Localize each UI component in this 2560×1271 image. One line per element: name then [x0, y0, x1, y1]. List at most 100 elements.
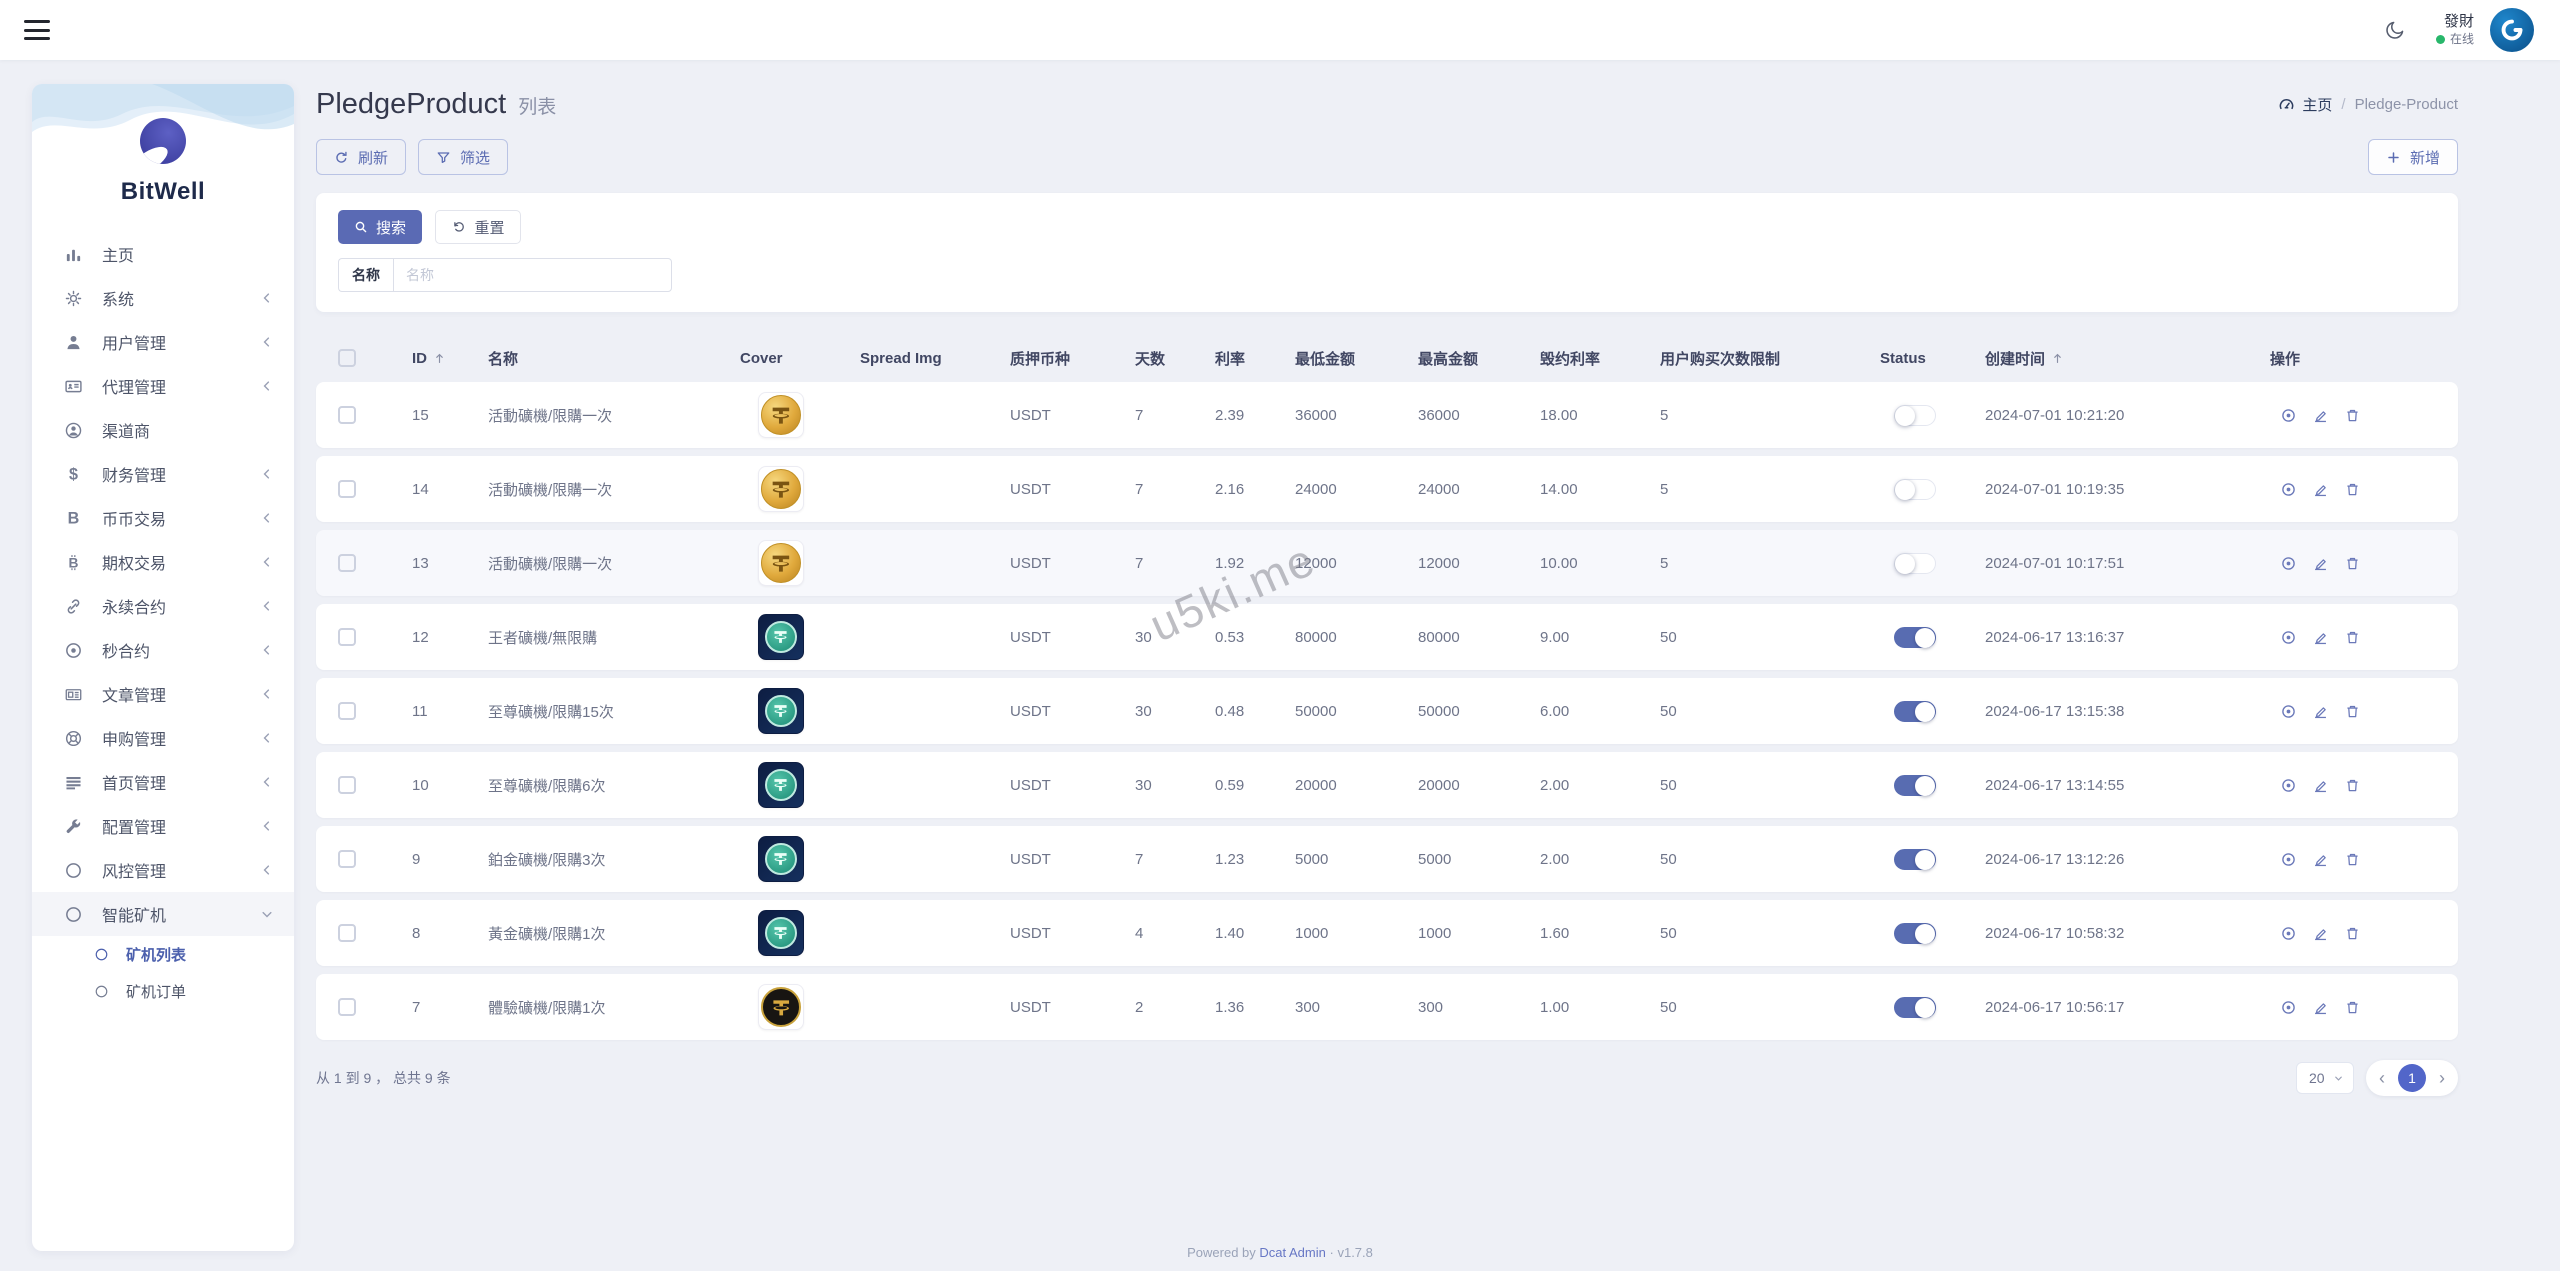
view-button[interactable]: [2280, 851, 2297, 868]
delete-button[interactable]: [2344, 481, 2361, 498]
sidebar-item[interactable]: 渠道商: [32, 408, 294, 452]
breadcrumb-home-link[interactable]: 主页: [2278, 94, 2332, 115]
refresh-button[interactable]: 刷新: [316, 139, 406, 175]
status-toggle[interactable]: [1894, 553, 1936, 574]
sidebar-item[interactable]: 用户管理: [32, 320, 294, 364]
view-button[interactable]: [2280, 999, 2297, 1016]
status-toggle[interactable]: [1894, 923, 1936, 944]
view-button[interactable]: [2280, 703, 2297, 720]
sidebar-item[interactable]: 代理管理: [32, 364, 294, 408]
sidebar-item[interactable]: B币币交易: [32, 496, 294, 540]
cell-name: 至尊礦機/限購6次: [474, 775, 726, 796]
chart-bar-icon: [64, 245, 86, 264]
row-checkbox[interactable]: [338, 776, 356, 794]
edit-icon: [2312, 407, 2329, 424]
cell-rate: 0.59: [1201, 777, 1281, 794]
column-header[interactable]: 创建时间: [1971, 348, 2256, 369]
search-button[interactable]: 搜索: [338, 210, 422, 244]
view-button[interactable]: [2280, 407, 2297, 424]
sidebar-menu: 主页系统用户管理代理管理渠道商$财务管理B币币交易B期权交易永续合约秒合约文章管…: [32, 232, 294, 1010]
edit-button[interactable]: [2312, 555, 2329, 572]
status-toggle[interactable]: [1894, 849, 1936, 870]
status-toggle[interactable]: [1894, 701, 1936, 722]
row-checkbox[interactable]: [338, 628, 356, 646]
cell-created-at: 2024-07-01 10:21:20: [1971, 407, 2256, 424]
delete-button[interactable]: [2344, 851, 2361, 868]
dcat-admin-link[interactable]: Dcat Admin: [1259, 1245, 1325, 1260]
status-toggle[interactable]: [1894, 627, 1936, 648]
cell-created-at: 2024-06-17 13:14:55: [1971, 777, 2256, 794]
status-toggle[interactable]: [1894, 479, 1936, 500]
row-checkbox[interactable]: [338, 480, 356, 498]
edit-button[interactable]: [2312, 407, 2329, 424]
edit-button[interactable]: [2312, 703, 2329, 720]
sidebar-submenu: 矿机列表矿机订单: [32, 936, 294, 1010]
avatar[interactable]: [2490, 8, 2534, 52]
edit-icon: [2312, 999, 2329, 1016]
view-button[interactable]: [2280, 555, 2297, 572]
breadcrumb-current: Pledge-Product: [2355, 96, 2458, 113]
column-header: 质押币种: [996, 348, 1121, 369]
sidebar-item[interactable]: 申购管理: [32, 716, 294, 760]
delete-button[interactable]: [2344, 555, 2361, 572]
view-button[interactable]: [2280, 481, 2297, 498]
row-checkbox[interactable]: [338, 406, 356, 424]
user-menu[interactable]: 發財 在线: [2436, 13, 2474, 47]
sidebar-item[interactable]: 主页: [32, 232, 294, 276]
row-checkbox[interactable]: [338, 924, 356, 942]
view-button[interactable]: [2280, 777, 2297, 794]
tether-coin-icon: [761, 987, 801, 1027]
column-header[interactable]: ID: [398, 350, 474, 367]
circle-icon: [64, 905, 86, 924]
next-page-button[interactable]: ›: [2436, 1069, 2448, 1087]
sidebar-subitem[interactable]: 矿机列表: [32, 936, 294, 973]
delete-button[interactable]: [2344, 629, 2361, 646]
edit-button[interactable]: [2312, 999, 2329, 1016]
filter-button[interactable]: 筛选: [418, 139, 508, 175]
delete-button[interactable]: [2344, 777, 2361, 794]
view-button[interactable]: [2280, 629, 2297, 646]
name-filter-input[interactable]: [393, 258, 672, 292]
edit-button[interactable]: [2312, 851, 2329, 868]
per-page-select[interactable]: 20: [2296, 1062, 2354, 1094]
delete-button[interactable]: [2344, 999, 2361, 1016]
view-button[interactable]: [2280, 925, 2297, 942]
sidebar-item[interactable]: 首页管理: [32, 760, 294, 804]
row-checkbox[interactable]: [338, 998, 356, 1016]
edit-button[interactable]: [2312, 481, 2329, 498]
reset-button[interactable]: 重置: [435, 210, 521, 244]
current-page-button[interactable]: 1: [2398, 1064, 2426, 1092]
sidebar-toggle-icon[interactable]: [24, 20, 50, 40]
status-toggle[interactable]: [1894, 405, 1936, 426]
delete-button[interactable]: [2344, 703, 2361, 720]
row-checkbox[interactable]: [338, 850, 356, 868]
prev-page-button[interactable]: ‹: [2376, 1069, 2388, 1087]
status-toggle[interactable]: [1894, 997, 1936, 1018]
delete-button[interactable]: [2344, 925, 2361, 942]
sidebar-item[interactable]: 配置管理: [32, 804, 294, 848]
sidebar-item[interactable]: 智能矿机: [32, 892, 294, 936]
sidebar-item-label: 永续合约: [102, 594, 260, 618]
edit-button[interactable]: [2312, 777, 2329, 794]
cell-name: 王者礦機/無限購: [474, 627, 726, 648]
sidebar-item[interactable]: 系统: [32, 276, 294, 320]
plus-icon: [2386, 150, 2401, 165]
create-button[interactable]: 新增: [2368, 139, 2458, 175]
sidebar-item[interactable]: $财务管理: [32, 452, 294, 496]
cell-max-amount: 36000: [1404, 407, 1526, 424]
delete-button[interactable]: [2344, 407, 2361, 424]
edit-button[interactable]: [2312, 629, 2329, 646]
sidebar-item[interactable]: 秒合约: [32, 628, 294, 672]
row-checkbox[interactable]: [338, 554, 356, 572]
sidebar-subitem-label: 矿机订单: [126, 981, 274, 1002]
row-checkbox[interactable]: [338, 702, 356, 720]
select-all-checkbox[interactable]: [338, 349, 356, 367]
sidebar-item[interactable]: 永续合约: [32, 584, 294, 628]
sidebar-item[interactable]: B期权交易: [32, 540, 294, 584]
dark-mode-toggle-icon[interactable]: [2384, 19, 2406, 41]
sidebar-subitem[interactable]: 矿机订单: [32, 973, 294, 1010]
sidebar-item[interactable]: 风控管理: [32, 848, 294, 892]
sidebar-item[interactable]: 文章管理: [32, 672, 294, 716]
status-toggle[interactable]: [1894, 775, 1936, 796]
edit-button[interactable]: [2312, 925, 2329, 942]
